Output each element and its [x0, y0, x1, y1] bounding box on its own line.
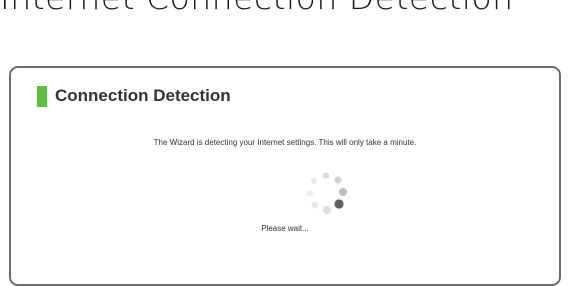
spinner-dot	[311, 201, 319, 209]
panel-header: Connection Detection	[37, 85, 231, 107]
spinner-dot	[307, 190, 313, 196]
spinner-dot	[323, 206, 331, 214]
spinner-dot	[334, 199, 344, 209]
connection-detection-panel: Connection Detection The Wizard is detec…	[9, 66, 561, 286]
loading-spinner-icon	[307, 172, 347, 214]
spinner-dot	[339, 188, 347, 196]
wizard-status-message: The Wizard is detecting your Internet se…	[153, 138, 417, 147]
spinner-dot	[311, 178, 317, 184]
accent-bar	[37, 85, 47, 107]
panel-title: Connection Detection	[55, 86, 231, 105]
spinner-dot	[322, 172, 330, 179]
spinner-dot	[334, 176, 342, 184]
please-wait-text: Please wait...	[261, 224, 309, 233]
page-heading: Internet Connection Detection	[0, 0, 514, 17]
